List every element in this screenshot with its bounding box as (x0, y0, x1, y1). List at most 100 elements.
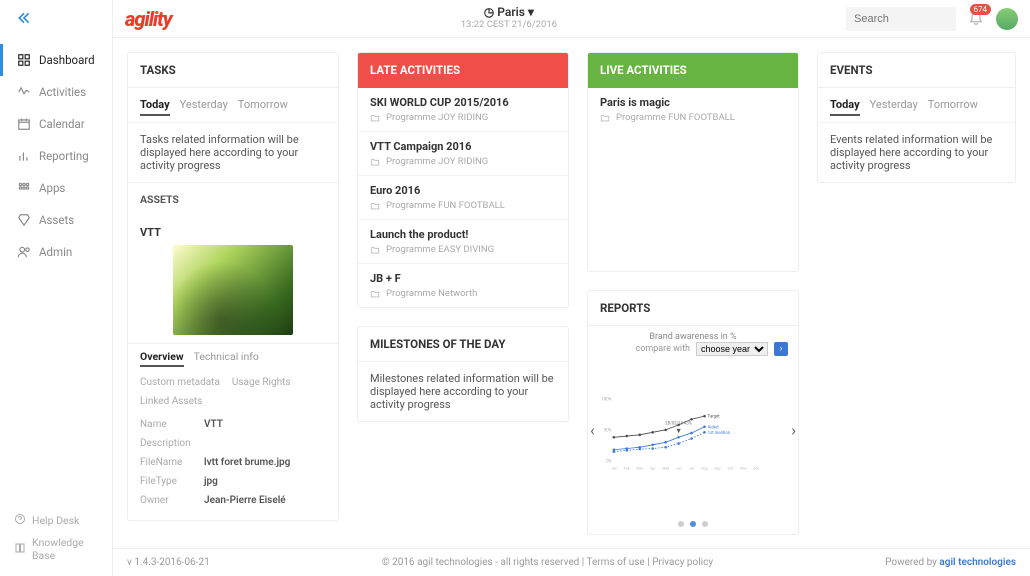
sidebar-footer-item[interactable]: Knowledge Base (14, 532, 98, 566)
activity-title: Paris is magic (600, 96, 786, 109)
tab-overview[interactable]: Overview (140, 350, 184, 367)
sidebar: DashboardActivities Calendar Reporting Apps… (0, 0, 113, 576)
svg-text:Sep: Sep (714, 466, 720, 470)
events-title: EVENTS (818, 53, 1015, 88)
svg-text:Nov: Nov (740, 466, 747, 470)
topbar: agility ◷ Paris ▾ 13:22 CEST 21/6/2016 6… (113, 0, 1030, 38)
notification-count: 674 (970, 4, 992, 15)
sidebar-item-apps[interactable]: Apps (0, 172, 112, 204)
search-box[interactable] (846, 7, 956, 31)
chart-prev-button[interactable]: ‹ (590, 421, 595, 440)
asset-field-value: jpg (204, 476, 218, 487)
asset-field-value: lvtt foret brume.jpg (204, 457, 290, 468)
tab-technical info[interactable]: Technical info (194, 350, 259, 367)
tab-yesterday[interactable]: Yesterday (870, 98, 918, 116)
activity-item[interactable]: SKI WORLD CUP 2015/2016 Programme JOY RID… (358, 88, 568, 132)
svg-text:0%: 0% (606, 460, 611, 465)
sidebar-item-reporting[interactable]: Reporting (0, 140, 112, 172)
late-activities-card: LATE ACTIVITIES SKI WORLD CUP 2015/2016 P… (357, 52, 569, 308)
apps-icon (17, 181, 31, 195)
milestones-card: MILESTONES OF THE DAY Milestones related… (357, 326, 569, 422)
diamond-icon (17, 213, 31, 227)
svg-text:Aug: Aug (701, 466, 708, 470)
asset-meta-link[interactable]: Linked Assets (140, 396, 202, 407)
sidebar-item-admin[interactable]: Admin (0, 236, 112, 268)
tab-today[interactable]: Today (140, 98, 170, 116)
sidebar-item-dashboard[interactable]: Dashboard (0, 44, 112, 76)
reporting-icon (17, 149, 31, 163)
asset-field-row: NameVTT (140, 415, 326, 434)
tab-tomorrow[interactable]: Tomorrow (238, 98, 288, 116)
notifications-button[interactable]: 674 (968, 9, 984, 28)
sidebar-item-label: Reporting (39, 149, 89, 163)
chart-pagination[interactable] (598, 517, 788, 530)
activity-title: Euro 2016 (370, 184, 556, 197)
tab-today[interactable]: Today (830, 98, 860, 116)
admin-icon (17, 245, 31, 259)
sidebar-item-activities[interactable]: Activities (0, 76, 112, 108)
chart-next-button[interactable]: › (791, 421, 796, 440)
activity-sub: Programme FUN FOOTBALL (370, 200, 556, 211)
activity-item[interactable]: Paris is magic Programme FUN FOOTBALL (588, 88, 798, 131)
activity-item[interactable]: Launch the product!Programme EASY DIVING (358, 220, 568, 264)
activity-title: Launch the product! (370, 228, 556, 241)
asset-field-row: OwnerJean-Pierre Eiselé (140, 491, 326, 510)
late-activities-title: LATE ACTIVITIES (358, 53, 568, 88)
asset-tabs: Overview Technical info (128, 343, 338, 373)
sidebar-footer-item[interactable]: Help Desk (14, 509, 98, 532)
activity-title: SKI WORLD CUP 2015/2016 (370, 96, 556, 109)
svg-text:Jun: Jun (676, 466, 682, 470)
activity-item[interactable]: VTT Campaign 2016 Programme JOY RIDING (358, 132, 568, 176)
compare-go-button[interactable]: › (774, 342, 788, 356)
sidebar-item-label: Calendar (39, 117, 85, 131)
avatar[interactable] (996, 8, 1018, 30)
sidebar-footer: Help DeskKnowledge Base (0, 509, 112, 566)
sidebar-item-assets[interactable]: Assets (0, 204, 112, 236)
assets-subhead: ASSETS (128, 182, 338, 216)
footer-legal: © 2016 agil technologies - all rights re… (382, 557, 713, 568)
asset-field-key: Owner (140, 495, 196, 506)
collapse-icon[interactable] (0, 10, 112, 44)
svg-text:Feb: Feb (624, 466, 630, 470)
tasks-title: TASKS (128, 53, 338, 88)
asset-meta-link[interactable]: Custom metadata (140, 377, 220, 388)
svg-text:50%: 50% (604, 428, 612, 433)
live-activities-title: LIVE ACTIVITIES (588, 53, 798, 88)
tab-yesterday[interactable]: Yesterday (180, 98, 228, 116)
activity-item[interactable]: JB + F Programme Networth (358, 264, 568, 307)
reports-card: REPORTS ‹ › Brand awareness in % compare… (587, 290, 799, 535)
footer: v 1.4.3-2016-06-21 © 2016 agil technolog… (113, 548, 1030, 576)
asset-field-key: Description (140, 438, 196, 449)
sidebar-item-label: Admin (39, 245, 72, 259)
svg-text:Jul: Jul (689, 466, 694, 470)
svg-text:1st mention: 1st mention (708, 431, 731, 436)
calendar-icon (17, 117, 31, 131)
brand-logo: agility (125, 7, 172, 31)
activity-sub: Programme Networth (370, 288, 556, 299)
report-chart: 0%50%100%JanFebMarAprMayJunJulAugSepOctN… (598, 358, 788, 508)
svg-text:Oct: Oct (728, 466, 734, 470)
activity-sub: Programme JOY RIDING (370, 156, 556, 167)
activity-sub: Programme FUN FOOTBALL (600, 112, 786, 123)
location-selector[interactable]: ◷ Paris ▾ 13:22 CEST 21/6/2016 (172, 6, 846, 31)
sidebar-item-label: Assets (39, 213, 74, 227)
activity-item[interactable]: Euro 2016 Programme FUN FOOTBALL (358, 176, 568, 220)
tasks-card: TASKS TodayYesterdayTomorrow Tasks relat… (127, 52, 339, 521)
compare-label: compare with (635, 344, 690, 354)
sidebar-item-calendar[interactable]: Calendar (0, 108, 112, 140)
asset-field-row: FileTypejpg (140, 472, 326, 491)
activity-title: VTT Campaign 2016 (370, 140, 556, 153)
activity-title: JB + F (370, 272, 556, 285)
tab-tomorrow[interactable]: Tomorrow (928, 98, 978, 116)
reports-title: REPORTS (588, 291, 798, 326)
svg-text:Aided: Aided (708, 425, 719, 430)
compare-select[interactable]: choose year (696, 342, 768, 356)
asset-thumbnail[interactable] (173, 245, 293, 335)
activity-sub: Programme JOY RIDING (370, 112, 556, 123)
asset-meta-link[interactable]: Usage Rights (232, 377, 291, 388)
asset-title: VTT (128, 216, 338, 245)
svg-text:Dec: Dec (753, 466, 759, 470)
tasks-tabs: Today Yesterday Tomorrow (128, 88, 338, 123)
svg-text:Mar: Mar (637, 466, 644, 470)
chevron-down-icon: ▾ (528, 5, 534, 19)
